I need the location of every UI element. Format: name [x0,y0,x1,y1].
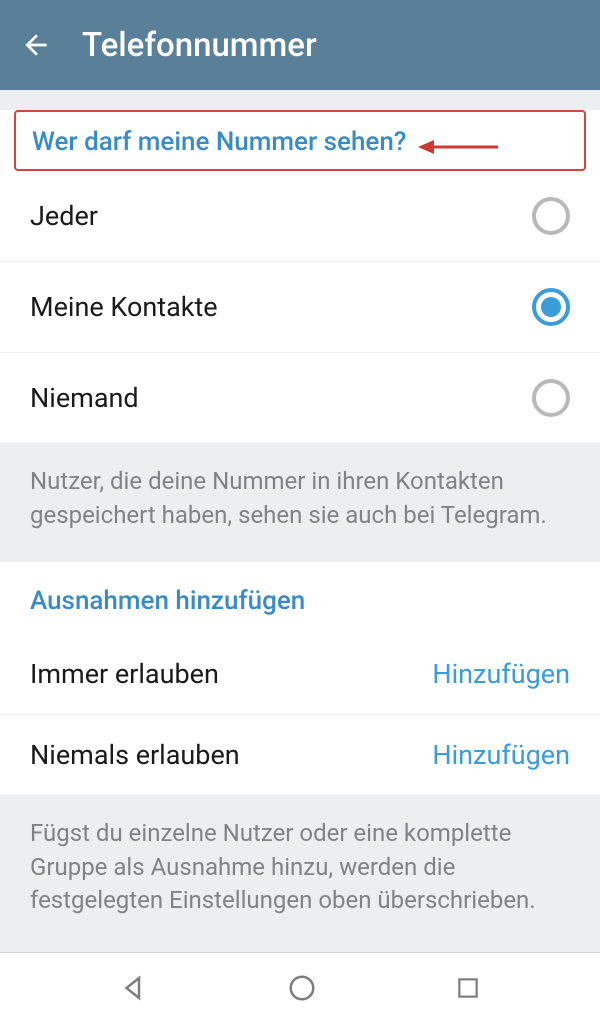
option-label: Niemand [30,382,139,414]
annotation-arrow-icon [418,135,498,163]
android-nav-bar [0,952,600,1026]
option-label: Jeder [30,200,98,232]
add-link[interactable]: Hinzufügen [432,739,570,771]
exception-label: Immer erlauben [30,658,219,690]
app-header: Telefonnummer [0,0,600,90]
nav-back-icon[interactable] [119,973,149,1007]
nav-home-icon[interactable] [287,973,317,1007]
nav-recent-icon[interactable] [455,975,481,1005]
exceptions-section-title: Ausnahmen hinzufügen [0,562,600,634]
visibility-option-nobody[interactable]: Niemand [0,353,600,443]
page-title: Telefonnummer [82,26,317,65]
radio-unchecked-icon [532,379,570,417]
visibility-section: Wer darf meine Nummer sehen? Jeder Meine… [0,110,600,443]
section-highlight: Wer darf meine Nummer sehen? [14,110,586,171]
exception-label: Niemals erlauben [30,739,240,771]
option-label: Meine Kontakte [30,291,218,323]
visibility-option-everyone[interactable]: Jeder [0,171,600,262]
exceptions-info-text: Fügst du einzelne Nutzer oder eine kompl… [0,795,600,948]
exception-always-allow[interactable]: Immer erlauben Hinzufügen [0,634,600,715]
back-arrow-icon[interactable] [20,29,52,61]
radio-checked-icon [532,288,570,326]
radio-unchecked-icon [532,197,570,235]
exceptions-section: Ausnahmen hinzufügen Immer erlauben Hinz… [0,562,600,795]
add-link[interactable]: Hinzufügen [432,658,570,690]
exception-never-allow[interactable]: Niemals erlauben Hinzufügen [0,715,600,795]
visibility-info-text: Nutzer, die deine Nummer in ihren Kontak… [0,443,600,562]
visibility-option-contacts[interactable]: Meine Kontakte [0,262,600,353]
